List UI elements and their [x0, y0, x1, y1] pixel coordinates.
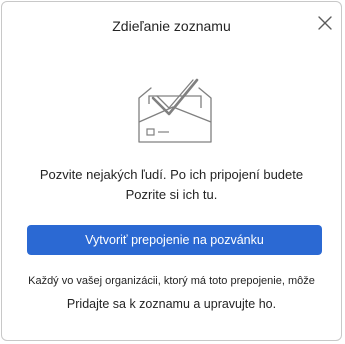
dialog-title: Zdieľanie zoznamu — [112, 18, 231, 34]
share-list-dialog: Zdieľanie zoznamu Pozvite nejakých ľudí.… — [1, 1, 342, 341]
invite-message: Pozvite nejakých ľudí. Po ich pripojení … — [22, 165, 321, 205]
invite-message-line-1: Pozvite nejakých ľudí. Po ich pripojení … — [39, 167, 304, 182]
link-info-line-2: Pridajte sa k zoznamu a upravujte ho. — [66, 297, 277, 311]
close-icon — [318, 16, 332, 30]
close-button[interactable] — [316, 14, 334, 32]
invite-message-line-2: Pozrite si ich tu. — [125, 187, 218, 202]
envelope-checkmark-icon — [135, 74, 215, 144]
create-invite-link-button[interactable]: Vytvoriť prepojenie na pozvánku — [27, 225, 322, 255]
link-info-line-1: Každý vo vašej organizácii, ktorý má tot… — [28, 275, 315, 287]
link-info: Každý vo vašej organizácii, ktorý má tot… — [12, 273, 331, 313]
